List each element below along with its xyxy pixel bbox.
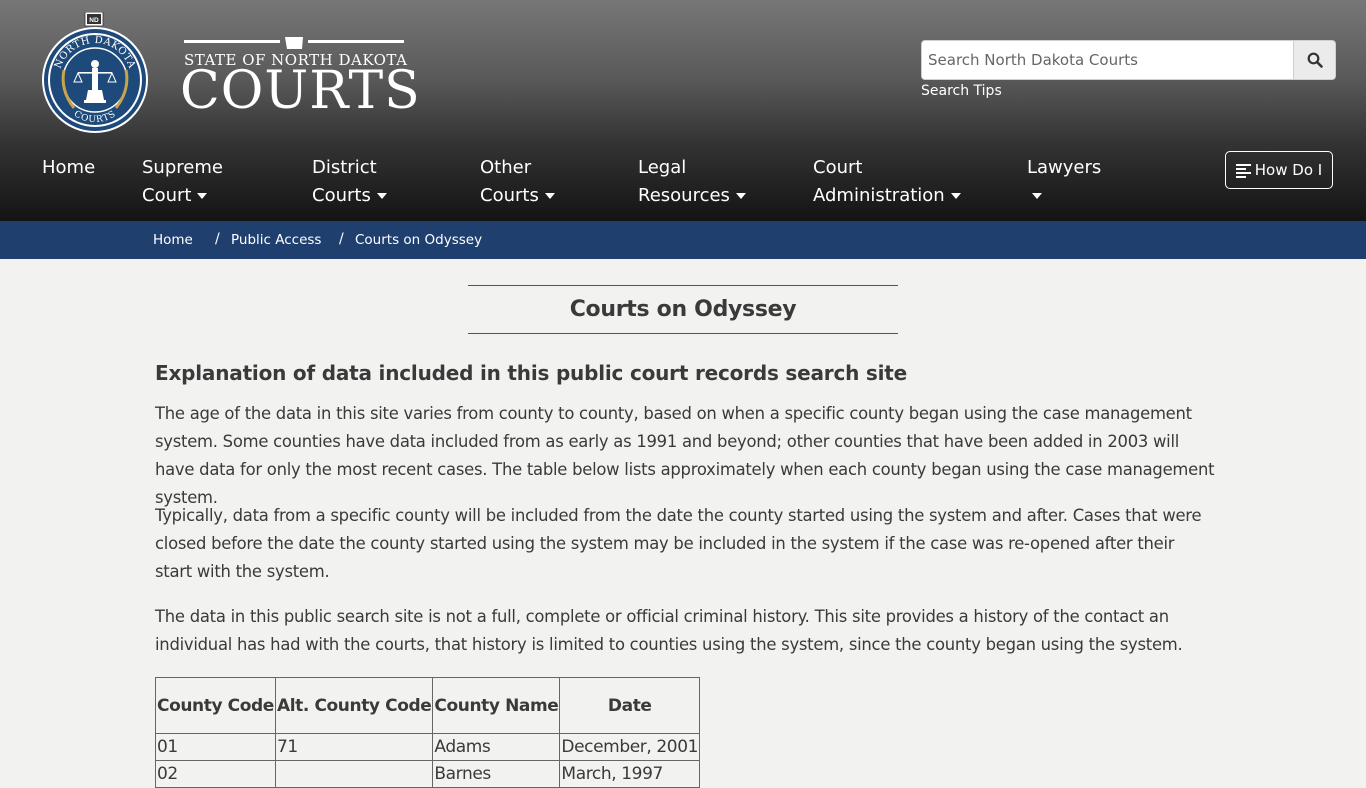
caret-down-icon	[950, 193, 961, 199]
search-button[interactable]	[1293, 41, 1335, 79]
nav-label-line1: Other	[480, 157, 532, 178]
nav-label-line1: Court	[813, 157, 863, 178]
nav-label-line1: District	[312, 157, 377, 178]
breadcrumb-public-access[interactable]: Public Access	[231, 232, 321, 248]
paragraph-data-inclusion: Typically, data from a specific county w…	[155, 506, 1202, 581]
nav-other-courts[interactable]: Other Courts	[480, 154, 555, 210]
wordmark-line2: COURTS	[180, 61, 421, 121]
svg-text:ND: ND	[89, 17, 99, 24]
nav-supreme-court[interactable]: Supreme Court	[142, 154, 223, 210]
state-outline-icon	[285, 37, 303, 49]
nav-label-line1: Legal	[638, 157, 687, 178]
nav-home[interactable]: Home	[42, 154, 95, 182]
table-cell: Adams	[432, 733, 561, 761]
caret-down-icon	[376, 193, 387, 199]
search-form	[921, 40, 1336, 80]
nav-label-line2: Courts	[480, 185, 539, 206]
site-header: ND NORTH DAKOTA COURTS STATE OF NORTH DA…	[0, 0, 1366, 221]
table-cell	[274, 760, 434, 788]
column-header: County Code	[155, 677, 276, 734]
how-do-i-label: How Do I	[1254, 161, 1323, 179]
table-cell: 02	[155, 760, 276, 788]
table-header-row: County Code Alt. County Code County Name…	[155, 677, 701, 734]
search-tips-link[interactable]: Search Tips	[921, 83, 1002, 99]
site-wordmark-logo[interactable]: STATE OF NORTH DAKOTA COURTS	[180, 28, 421, 121]
breadcrumb-separator: /	[215, 231, 220, 247]
page-title: Courts on Odyssey	[569, 297, 797, 322]
menu-lines-icon	[1235, 163, 1251, 178]
page-title-block: Courts on Odyssey	[468, 285, 898, 334]
nav-lawyers[interactable]: Lawyers	[1027, 154, 1101, 210]
nav-home-label: Home	[42, 157, 96, 178]
breadcrumb-home[interactable]: Home	[153, 232, 193, 248]
search-icon	[1307, 52, 1323, 68]
breadcrumb-current: Courts on Odyssey	[355, 232, 483, 248]
table-row: 01 71 Adams December, 2001	[155, 733, 701, 761]
column-header: Alt. County Code	[274, 677, 434, 734]
wordmark-rule	[180, 36, 408, 50]
breadcrumb: Home / Public Access / Courts on Odyssey	[0, 221, 1366, 259]
table-cell: 01	[155, 733, 276, 761]
caret-down-icon	[197, 193, 208, 199]
table-row: 02 Barnes March, 1997	[155, 760, 701, 788]
how-do-i-button[interactable]: How Do I	[1225, 151, 1333, 189]
caret-down-icon	[1032, 193, 1042, 199]
section-heading: Explanation of data included in this pub…	[155, 361, 908, 385]
nav-label-line2: Resources	[638, 185, 730, 206]
nav-label-line1: Supreme	[142, 157, 223, 178]
nav-label-line1: Lawyers	[1027, 157, 1102, 178]
county-start-dates-table: County Code Alt. County Code County Name…	[155, 677, 701, 788]
paragraph-data-age: The age of the data in this site varies …	[155, 404, 1215, 507]
caret-down-icon	[544, 193, 555, 199]
column-header: Date	[559, 677, 701, 734]
north-dakota-courts-seal-logo[interactable]: ND NORTH DAKOTA COURTS	[40, 12, 150, 134]
paragraph-disclaimer: The data in this public search site is n…	[155, 607, 1183, 654]
column-header: County Name	[432, 677, 561, 734]
nav-label-line2: Administration	[813, 185, 945, 206]
nav-label-line2: Court	[142, 185, 192, 206]
nav-label-line2: Courts	[312, 185, 371, 206]
nav-court-administration[interactable]: Court Administration	[813, 154, 961, 210]
table-cell: March, 1997	[559, 760, 701, 788]
search-input[interactable]	[922, 41, 1294, 79]
nav-legal-resources[interactable]: Legal Resources	[638, 154, 746, 210]
nav-district-courts[interactable]: District Courts	[312, 154, 387, 210]
table-cell: 71	[274, 733, 434, 761]
caret-down-icon	[735, 193, 746, 199]
table-cell: December, 2001	[559, 733, 701, 761]
breadcrumb-separator: /	[339, 231, 344, 247]
table-cell: Barnes	[432, 760, 561, 788]
